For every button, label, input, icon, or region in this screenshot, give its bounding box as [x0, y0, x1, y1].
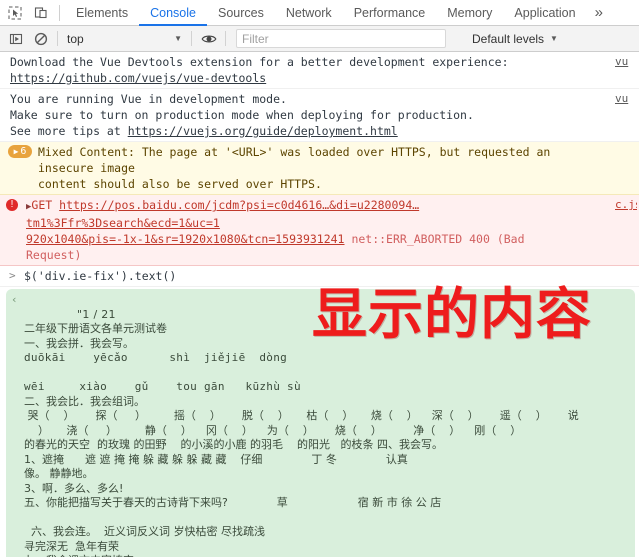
vue-devtools-link[interactable]: https://github.com/vuejs/vue-devtools — [10, 71, 266, 85]
tab-console[interactable]: Console — [139, 0, 207, 26]
prompt-chevron-icon: > — [9, 269, 16, 282]
console-messages[interactable]: Download the Vue Devtools extension for … — [0, 52, 639, 557]
console-message-warning[interactable]: ▶ 6 Mixed Content: The page at '<URL>' wa… — [0, 142, 639, 195]
log-levels-select[interactable]: Default levels ▼ — [472, 32, 558, 46]
log-levels-label: Default levels — [472, 31, 545, 46]
console-message-log-2[interactable]: You are running Vue in development mode.… — [0, 89, 639, 142]
command-text: $('div.ie-fix').text() — [24, 269, 177, 283]
console-toolbar: top ▼ Filter Default levels ▼ — [0, 26, 639, 52]
result-line-12: 3、啊．多么、多么! — [24, 481, 124, 495]
expand-triangle-icon: ▶ — [13, 147, 19, 156]
devtools-panel: Elements Console Sources Network Perform… — [0, 0, 639, 557]
result-line-13: 五、你能把描写关于春天的古诗背下来吗? 草 宿 新 市 徐 公 店 — [24, 496, 442, 509]
console-message-log-1[interactable]: Download the Vue Devtools extension for … — [0, 52, 639, 89]
result-line-9: 的春光的天空 的玫瑰 的田野 的小溪的小鹿 的羽毛 的阳光 的枝条 四、我会写。 — [24, 438, 443, 451]
source-link-1[interactable]: vu — [615, 54, 637, 70]
warning-count: 6 — [20, 146, 27, 157]
tab-sources[interactable]: Sources — [207, 0, 275, 26]
result-line-10: 1、遮掩 遮 遮 掩 掩 躲 藏 躲 躲 藏 藏 仔细 丁 冬 认真 — [24, 452, 408, 466]
toolbar-divider — [59, 4, 60, 21]
tab-network[interactable]: Network — [275, 0, 343, 26]
result-text-block: ‹ "1 / 21 二年级下册语文各单元测试卷 一、我会拼．我会写。 duōkāi… — [6, 289, 635, 557]
console-message-error[interactable]: ! ▶GET https://pos.baidu.com/jcdm?psi=c0… — [0, 195, 639, 266]
tab-memory[interactable]: Memory — [436, 0, 503, 26]
result-line-15: 六、我会连。 近义词反义词 岁快枯密 尽找疏浅 — [24, 525, 265, 538]
result-line-6: 二、我会比．我会组词。 — [24, 394, 145, 408]
result-line-16: 寻完深无 急年有荣 — [24, 539, 119, 553]
log-line-1: Download the Vue Devtools extension for … — [10, 55, 509, 69]
error-icon: ! — [6, 199, 18, 211]
result-line-0: "1 / 21 — [76, 307, 116, 321]
toolbar-divider-2 — [57, 31, 58, 46]
source-link-error[interactable]: c.js? — [615, 197, 637, 213]
error-url-link-2[interactable]: 920x1040&pis=-1x-1&sr=1920x1080&tcn=1593… — [26, 232, 345, 246]
execution-context-select[interactable]: top ▼ — [62, 29, 187, 49]
result-line-1: 二年级下册语文各单元测试卷 — [24, 322, 167, 335]
result-line-8: ） 浇（ ） 静（ ） 冈（ ） 为（ ） 烧（ ） 净（ ） 刚（ ） — [24, 423, 522, 437]
console-command-entry[interactable]: > $('div.ie-fix').text() — [0, 266, 639, 287]
toolbar-divider-3 — [191, 31, 192, 46]
panel-tabs: Elements Console Sources Network Perform… — [65, 0, 637, 26]
vue-deployment-link[interactable]: https://vuejs.org/guide/deployment.html — [128, 124, 398, 138]
result-line-5: wēi xiào gǔ tou gān kūzhù sù — [24, 380, 301, 393]
result-line-2: 一、我会拼．我会写。 — [24, 336, 134, 350]
devtools-tabbar: Elements Console Sources Network Perform… — [0, 0, 639, 26]
execution-context-value: top — [67, 31, 84, 46]
log-line-2b: Make sure to turn on production mode whe… — [10, 108, 474, 122]
clear-console-icon[interactable] — [28, 28, 53, 50]
live-expression-eye-icon[interactable] — [196, 28, 221, 50]
log-line-2a: You are running Vue in development mode. — [10, 92, 287, 106]
chevron-down-icon-levels: ▼ — [550, 34, 558, 43]
error-url-link[interactable]: https://pos.baidu.com/jcdm?psi=c0d4616…&… — [26, 198, 419, 230]
chevron-down-icon: ▼ — [174, 34, 182, 43]
warning-count-badge[interactable]: ▶ 6 — [8, 145, 32, 158]
execute-context-icon[interactable] — [3, 28, 28, 50]
tab-elements[interactable]: Elements — [65, 0, 139, 26]
toolbar-divider-4 — [225, 31, 226, 46]
result-chevron-icon: ‹ — [11, 293, 18, 306]
console-result[interactable]: ‹ "1 / 21 二年级下册语文各单元测试卷 一、我会拼．我会写。 duōkāi… — [0, 287, 639, 557]
log-line-2c: See more tips at — [10, 124, 128, 138]
result-line-3: duōkāi yēcǎo shì jiějiē dòng — [24, 351, 288, 364]
warning-line-2: content should also be served over HTTPS… — [38, 177, 322, 191]
device-toolbar-icon[interactable] — [28, 1, 54, 25]
error-method: GET — [31, 198, 53, 212]
tab-application[interactable]: Application — [503, 0, 586, 26]
result-line-11: 像。 静静地。 — [24, 467, 94, 480]
result-line-7: 哭（ ） 探（ ） 摇（ ） 脱（ ） 枯（ ） 烧（ ） 深（ ） 遥（ ） … — [24, 409, 579, 422]
source-link-2[interactable]: vu — [615, 91, 637, 107]
more-tabs-icon[interactable]: » — [587, 0, 611, 26]
inspect-element-icon[interactable] — [2, 1, 28, 25]
tab-performance[interactable]: Performance — [343, 0, 437, 26]
filter-input[interactable]: Filter — [236, 29, 446, 48]
warning-line-1: Mixed Content: The page at '<URL>' was l… — [38, 145, 558, 175]
